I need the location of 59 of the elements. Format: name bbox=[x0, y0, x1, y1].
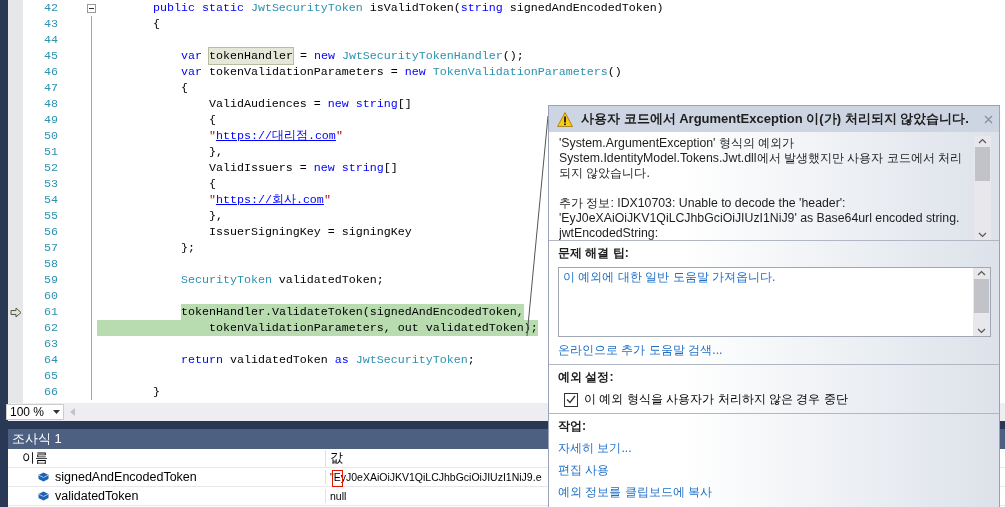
code-line: }, bbox=[207, 144, 223, 160]
line-number: 65 bbox=[44, 368, 58, 384]
line-number: 49 bbox=[44, 112, 58, 128]
line-number: 57 bbox=[44, 240, 58, 256]
line-number: 66 bbox=[44, 384, 58, 400]
line-number: 46 bbox=[44, 64, 58, 80]
line-number: 52 bbox=[44, 160, 58, 176]
help-link[interactable]: 온라인으로 추가 도움말 검색... bbox=[558, 342, 723, 359]
code-line: "https://대리점.com" bbox=[207, 128, 343, 144]
code-line: var tokenValidationParameters = new TokenValidationParameters() bbox=[179, 64, 622, 80]
variable-name: validatedToken bbox=[55, 489, 139, 503]
code-line: return validatedToken as JwtSecurityToken; bbox=[179, 352, 475, 368]
zoom-dropdown[interactable]: 100 % bbox=[6, 404, 64, 420]
line-number: 54 bbox=[44, 192, 58, 208]
line-number: 58 bbox=[44, 256, 58, 272]
section-heading: 문제 해결 팁: bbox=[558, 245, 630, 262]
checkbox-label[interactable]: 이 예외 형식을 사용자가 처리하지 않은 경우 중단 bbox=[584, 391, 848, 408]
variable-value: null bbox=[330, 490, 347, 502]
code-line: ValidIssuers = new string[] bbox=[207, 160, 398, 176]
column-header[interactable]: 값 bbox=[330, 450, 343, 465]
line-number: 47 bbox=[44, 80, 58, 96]
line-number: 51 bbox=[44, 144, 58, 160]
line-number: 48 bbox=[44, 96, 58, 112]
exception-message: 추가 정보: IDX10703: Unable to decode the 'header': 'EyJ0eXAiOiJKV1QiLCJhbGciOiJIUzI1NiJ9' as Base64url encoded string. jwtEncodedString: bbox=[559, 196, 961, 240]
line-number: 62 bbox=[44, 320, 58, 336]
line-number: 44 bbox=[44, 32, 58, 48]
code-line: { bbox=[207, 112, 216, 128]
column-header[interactable]: 이름 bbox=[22, 449, 48, 467]
variable-name: signedAndEncodedToken bbox=[55, 470, 197, 484]
code-line: } bbox=[151, 384, 160, 400]
line-number: 63 bbox=[44, 336, 58, 352]
line-number: 61 bbox=[44, 304, 58, 320]
code-line: SecurityToken validatedToken; bbox=[179, 272, 384, 288]
line-number: 56 bbox=[44, 224, 58, 240]
line-number: 50 bbox=[44, 128, 58, 144]
popup-title: 사용자 코드에서 ArgumentException 이(가) 처리되지 않았습니다. bbox=[581, 110, 970, 128]
code-line: }, bbox=[207, 208, 223, 224]
code-line: { bbox=[207, 176, 216, 192]
action-link[interactable]: 편집 사용 bbox=[558, 462, 610, 479]
code-line: }; bbox=[179, 240, 195, 256]
section-heading: 예외 설정: bbox=[558, 369, 615, 386]
action-link[interactable]: 예외 정보를 클립보드에 복사 bbox=[558, 484, 713, 501]
line-number: 64 bbox=[44, 352, 58, 368]
line-number: 60 bbox=[44, 288, 58, 304]
code-line: IssuerSigningKey = signingKey bbox=[207, 224, 412, 240]
tip-link[interactable]: 이 예외에 대한 일반 도움말 가져옵니다. bbox=[563, 270, 776, 284]
exception-message: 'System.ArgumentException' 형식의 예외가 System.IdentityModel.Tokens.Jwt.dll에서 발생했지만 사용자 코드에서 처리되지 않았습니다. bbox=[559, 136, 964, 181]
code-line: { bbox=[179, 80, 188, 96]
line-number: 43 bbox=[44, 16, 58, 32]
code-line: ValidAudiences = new string[] bbox=[207, 96, 412, 112]
code-line: "https://회사.com" bbox=[207, 192, 331, 208]
code-line: { bbox=[151, 16, 160, 32]
line-number: 45 bbox=[44, 48, 58, 64]
code-line: public static JwtSecurityToken isValidToken(string signedAndEncodedToken) bbox=[151, 0, 664, 16]
line-number: 42 bbox=[44, 0, 58, 16]
line-number: 59 bbox=[44, 272, 58, 288]
code-line: var tokenHandler = new JwtSecurityTokenHandler(); bbox=[179, 48, 524, 64]
line-number: 55 bbox=[44, 208, 58, 224]
line-number: 53 bbox=[44, 176, 58, 192]
